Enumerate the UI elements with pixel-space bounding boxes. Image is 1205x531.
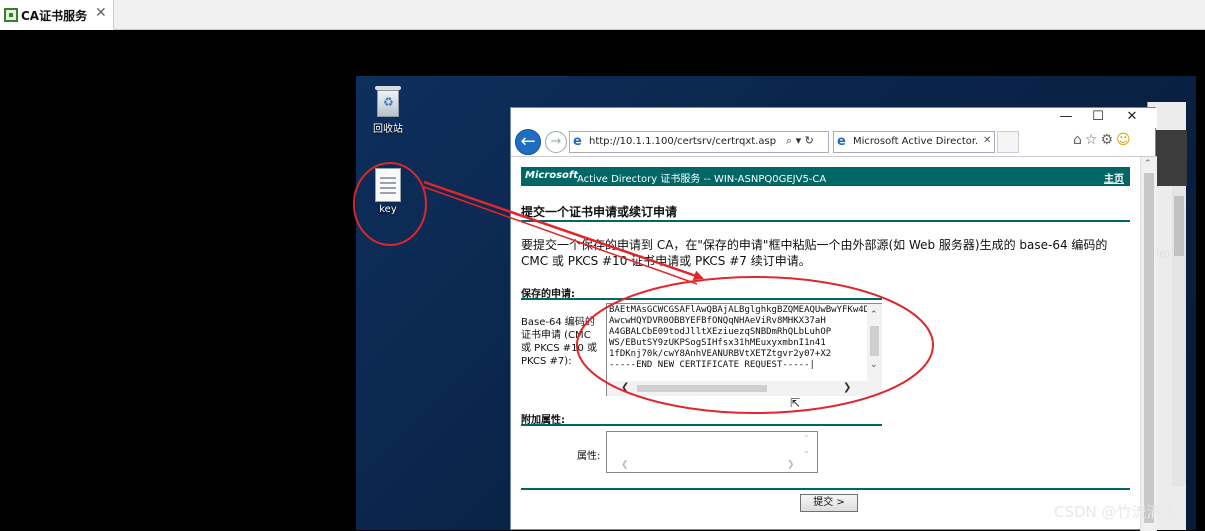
request-line: -----END NEW CERTIFICATE REQUEST-----| bbox=[609, 360, 815, 371]
console-icon bbox=[4, 8, 18, 22]
browser-tab[interactable]: e Microsoft Active Director... ✕ bbox=[833, 131, 995, 153]
attributes-textarea[interactable]: ⌃ ⌄ ❮ ❯ bbox=[606, 431, 818, 473]
watermark: CSDN @竹流清水 bbox=[1054, 503, 1177, 521]
address-tools[interactable]: ⌕ ▾ ↻ bbox=[786, 134, 814, 148]
ie-window: — ☐ ✕ ← → e http://10.1.1.100/certsrv/ce… bbox=[510, 107, 1157, 531]
request-line: WS/EButSY9zUKPSogSIHfsx31hMEuxyxmbnI1n41 bbox=[609, 338, 826, 349]
ie-tab-icon: e bbox=[837, 134, 846, 149]
scroll-down-icon[interactable]: ⌄ bbox=[803, 446, 810, 455]
address-bar[interactable]: e http://10.1.1.100/certsrv/certrqxt.asp… bbox=[569, 131, 829, 153]
scroll-down-icon[interactable]: ⌄ bbox=[870, 360, 878, 370]
back-button[interactable]: ← bbox=[515, 129, 541, 155]
home-link[interactable]: 主页 bbox=[1104, 170, 1124, 185]
toolbar-icons: ⌂☆⚙☺ bbox=[1073, 132, 1134, 148]
microsoft-brand: Microsoft bbox=[525, 170, 579, 181]
intro-text: 要提交一个保存的申请到 CA，在"保存的申请"框中粘贴一个由外部源(如 Web … bbox=[521, 238, 1108, 268]
request-text[interactable]: BAEtMAsGCWCGSAFlAwQBAjALBglghkgBZQMEAQUw… bbox=[609, 305, 867, 381]
request-line: AwcwHQYDVR0OBBYEFBfONQqNHAeViRv8MHKX37aH bbox=[609, 316, 826, 327]
mouse-cursor-icon: ⇱ bbox=[790, 396, 801, 410]
page-content: Microsoft Active Directory 证书服务 -- WIN-A… bbox=[511, 156, 1157, 531]
app-tab-bar: CA证书服务 ✕ bbox=[0, 0, 1205, 30]
background-window-text: (H) bbox=[1156, 250, 1170, 260]
divider bbox=[521, 298, 882, 300]
request-line: 1fDKnj70k/cwY8AnhVEANURBVtXETZtgvr2y07+X… bbox=[609, 349, 832, 360]
divider bbox=[521, 488, 1130, 490]
forward-button[interactable]: → bbox=[545, 131, 567, 153]
app-tab[interactable]: CA证书服务 ✕ bbox=[0, 0, 114, 30]
scroll-up-icon[interactable]: ⌃ bbox=[803, 434, 810, 443]
recycle-bin-shortcut[interactable]: 回收站 bbox=[358, 84, 418, 135]
recycle-bin-label: 回收站 bbox=[373, 124, 403, 135]
ie-logo-icon: e bbox=[573, 134, 582, 149]
ie-navigation-bar: ← → e http://10.1.1.100/certsrv/certrqxt… bbox=[511, 128, 1157, 156]
page-scrollbar[interactable]: ⌃ bbox=[1140, 157, 1157, 531]
background-window-scrollbar[interactable] bbox=[1172, 186, 1186, 486]
saved-request-textarea[interactable]: BAEtMAsGCWCGSAFlAwQBAjALBglghkgBZQMEAQUw… bbox=[606, 303, 882, 396]
app-tab-title: CA证书服务 bbox=[21, 9, 88, 23]
key-file-shortcut[interactable]: key bbox=[358, 168, 418, 215]
request-line: A4GBALCbE09todJlltXEziuezqSNBDmRhQLbLuhO… bbox=[609, 327, 832, 338]
maximize-button[interactable]: ☐ bbox=[1083, 109, 1113, 127]
browser-tab-title: Microsoft Active Director... bbox=[853, 136, 979, 147]
attributes-field-label: 属性: bbox=[577, 451, 601, 462]
submit-button[interactable]: 提交 > bbox=[800, 494, 858, 512]
text-file-icon bbox=[375, 168, 401, 202]
tab-close-icon[interactable]: ✕ bbox=[983, 135, 991, 146]
address-url[interactable]: http://10.1.1.100/certsrv/certrqxt.asp bbox=[589, 136, 776, 147]
request-field-label: Base-64 编码的证书申请 (CMC 或 PKCS #10 或 PKCS #… bbox=[521, 317, 598, 367]
divider bbox=[521, 220, 1130, 222]
scroll-up-icon[interactable]: ⌃ bbox=[870, 310, 878, 320]
close-window-button[interactable]: ✕ bbox=[1117, 109, 1147, 127]
scroll-right-icon[interactable]: ❯ bbox=[843, 382, 851, 393]
request-vertical-scrollbar[interactable]: ⌃ ⌄ bbox=[867, 304, 882, 381]
favorites-icon[interactable]: ☆ bbox=[1085, 132, 1101, 148]
recycle-bin-icon bbox=[373, 84, 403, 118]
new-tab-button[interactable] bbox=[997, 131, 1019, 153]
scroll-left-icon[interactable]: ❮ bbox=[621, 460, 629, 470]
home-icon[interactable]: ⌂ bbox=[1073, 132, 1085, 148]
settings-gear-icon[interactable]: ⚙ bbox=[1100, 132, 1116, 148]
minimize-button[interactable]: — bbox=[1051, 109, 1081, 127]
certsrv-banner: Microsoft Active Directory 证书服务 -- WIN-A… bbox=[521, 167, 1130, 186]
scroll-left-icon[interactable]: ❮ bbox=[621, 382, 629, 393]
divider bbox=[521, 424, 882, 426]
request-line: BAEtMAsGCWCGSAFlAwQBAjALBglghkgBZQMEAQUw… bbox=[609, 305, 867, 315]
request-horizontal-scrollbar[interactable]: ❮ ❯ bbox=[607, 381, 882, 396]
page-title: 提交一个证书申请或续订申请 bbox=[521, 205, 678, 219]
scroll-up-icon[interactable]: ⌃ bbox=[1144, 159, 1152, 169]
close-icon[interactable]: ✕ bbox=[95, 5, 107, 21]
ie-title-bar: — ☐ ✕ bbox=[511, 108, 1157, 128]
service-title: Active Directory 证书服务 -- WIN-ASNPQ0GEJV5… bbox=[577, 174, 827, 185]
feedback-smiley-icon[interactable]: ☺ bbox=[1116, 132, 1134, 148]
key-file-label: key bbox=[379, 204, 397, 215]
scroll-right-icon[interactable]: ❯ bbox=[787, 460, 795, 470]
